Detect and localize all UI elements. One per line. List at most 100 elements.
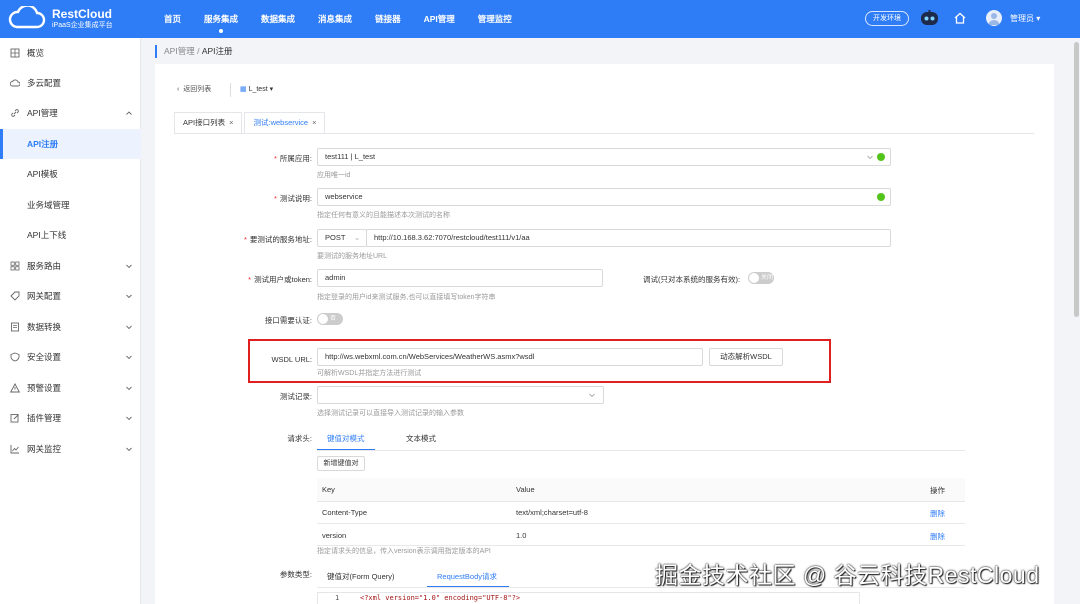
chevron-left-icon: ‹	[177, 86, 180, 93]
method-select[interactable]: POST ⌄	[317, 229, 367, 247]
headers-hint: 指定请求头的信息，传入version表示调用指定版本的API	[317, 548, 491, 555]
tab-api-list[interactable]: API接口列表 ×	[174, 112, 243, 134]
record-hint: 选择测试记录可以直接导入测试记录的输入参数	[317, 410, 464, 417]
close-icon[interactable]: ×	[312, 118, 316, 127]
table-divider	[317, 523, 965, 524]
main-nav: 首页 服务集成 数据集成 消息集成 链接器 API管理 管理监控	[164, 0, 535, 38]
sidebar-item-service-routing[interactable]: 服务路由	[0, 251, 141, 281]
sidebar-item-api-online[interactable]: API上下线	[0, 220, 141, 250]
nav-service-integration[interactable]: 服务集成	[204, 0, 238, 38]
token-field-label: * 测试用户或token:	[248, 275, 312, 284]
sidebar-item-api-template[interactable]: API模板	[0, 159, 141, 189]
back-to-list-button[interactable]: ‹ 返回列表	[177, 84, 211, 94]
sidebar-item-api-management[interactable]: API管理	[0, 98, 141, 128]
tab-text-mode[interactable]: 文本模式	[406, 433, 436, 444]
cloud-icon	[9, 78, 21, 88]
nav-monitoring[interactable]: 管理监控	[478, 0, 512, 38]
check-circle-icon	[877, 153, 885, 161]
nav-data-integration[interactable]: 数据集成	[261, 0, 295, 38]
parse-wsdl-button[interactable]: 动态解析WSDL	[709, 348, 783, 366]
home-icon[interactable]	[953, 11, 967, 25]
cloud-logo-icon	[8, 6, 46, 30]
token-field-hint: 指定登录的用户id来测试服务,也可以直接填写token字符串	[317, 294, 496, 301]
add-key-value-button[interactable]: 新增键值对	[317, 456, 365, 471]
delete-row-link[interactable]: 删除	[930, 508, 945, 519]
environment-button[interactable]: 开发环境	[865, 11, 909, 26]
debug-toggle[interactable]: 关闭	[748, 272, 774, 284]
wsdl-hint: 可解析WSDL并指定方法进行测试	[317, 370, 422, 377]
watermark: 掘金技术社区 @ 谷云科技RestCloud	[655, 562, 1040, 588]
sidebar-item-label: 插件管理	[27, 413, 62, 423]
sidebar-item-label: 业务域管理	[27, 200, 70, 210]
tab-key-value-mode[interactable]: 键值对模式	[327, 433, 365, 444]
nav-api-management[interactable]: API管理	[424, 0, 455, 38]
sidebar-item-gateway-monitor[interactable]: 网关监控	[0, 434, 141, 464]
tab-request-body[interactable]: RequestBody请求	[437, 571, 497, 582]
caret-down-icon: ▾	[269, 86, 274, 93]
headers-label: 请求头:	[287, 434, 312, 443]
close-icon[interactable]: ×	[229, 118, 233, 127]
scrollbar-thumb[interactable]	[1074, 42, 1079, 317]
robot-assistant-icon[interactable]	[920, 10, 939, 26]
user-menu[interactable]: 管理员 ▾	[1010, 13, 1040, 24]
sidebar-item-label: 数据转换	[27, 322, 62, 332]
chevron-down-icon	[125, 384, 133, 392]
sidebar-item-label: API注册	[27, 139, 59, 149]
header-row-key[interactable]: Content-Type	[322, 508, 367, 517]
breadcrumb-parent[interactable]: API管理	[164, 46, 195, 56]
tab-form-query[interactable]: 键值对(Form Query)	[327, 571, 395, 582]
auth-label: 接口需要认证:	[264, 316, 312, 325]
sidebar-item-security[interactable]: 安全设置	[0, 342, 141, 372]
auth-toggle[interactable]: 否	[317, 313, 343, 325]
service-url-field[interactable]: http://10.168.3.62:7070/restcloud/test11…	[366, 229, 891, 247]
sidebar-item-data-transform[interactable]: 数据转换	[0, 312, 141, 342]
breadcrumb-current: API注册	[201, 46, 233, 56]
link-icon	[10, 108, 20, 118]
sidebar-item-alerts[interactable]: 预警设置	[0, 373, 141, 403]
tab-label: 测试:webservice	[253, 118, 309, 127]
chevron-down-icon	[125, 323, 133, 331]
sidebar-item-label: 服务路由	[27, 261, 62, 271]
sidebar-item-label: API模板	[27, 169, 58, 179]
table-divider	[317, 501, 965, 502]
app-field-hint: 应用唯一id	[317, 172, 351, 179]
record-select[interactable]	[317, 386, 604, 404]
delete-row-link[interactable]: 删除	[930, 531, 945, 542]
sidebar-item-overview[interactable]: 概览	[0, 38, 141, 68]
tab-test-webservice[interactable]: 测试:webservice ×	[244, 112, 326, 134]
chevron-down-icon	[125, 262, 133, 270]
back-label: 返回列表	[183, 86, 212, 93]
desc-field[interactable]: webservice	[317, 188, 891, 206]
nav-connector[interactable]: 链接器	[375, 0, 401, 38]
record-label: 测试记录:	[279, 392, 312, 401]
nav-message-integration[interactable]: 消息集成	[318, 0, 352, 38]
brand-logo[interactable]: RestCloud iPaaS企业集成平台	[8, 6, 113, 30]
top-navbar: RestCloud iPaaS企业集成平台 首页 服务集成 数据集成 消息集成 …	[0, 0, 1080, 38]
app-selector[interactable]: ▦ L_test ▾	[240, 85, 273, 93]
tabs-divider	[174, 133, 1034, 134]
code-line-number: 1	[335, 594, 340, 602]
token-field[interactable]: admin	[317, 269, 603, 287]
sidebar-item-gateway-config[interactable]: 网关配置	[0, 281, 141, 311]
nav-home[interactable]: 首页	[164, 0, 181, 38]
avatar[interactable]	[986, 10, 1002, 26]
tab-label: API接口列表	[183, 118, 226, 127]
column-header-action: 操作	[930, 486, 945, 495]
sidebar-item-label: 网关配置	[27, 291, 62, 301]
toggle-state: 否	[330, 316, 337, 322]
sidebar: 概览 多云配置 API管理 API注册 API模板 业务域管理 API上下线 服…	[0, 38, 141, 604]
chevron-up-icon	[125, 109, 133, 117]
grid-icon	[10, 48, 20, 58]
sidebar-item-multi-cloud[interactable]: 多云配置	[0, 68, 141, 98]
header-row-value[interactable]: 1.0	[516, 531, 526, 540]
check-circle-icon	[877, 193, 885, 201]
wsdl-url-field[interactable]: http://ws.webxml.com.cn/WebServices/Weat…	[317, 348, 703, 366]
sidebar-item-business-domain[interactable]: 业务域管理	[0, 190, 141, 220]
app-field[interactable]: test111 | L_test	[317, 148, 891, 166]
header-row-value[interactable]: text/xml;charset=utf-8	[516, 508, 588, 517]
sidebar-item-plugins[interactable]: 插件管理	[0, 403, 141, 433]
sidebar-item-api-register[interactable]: API注册	[0, 129, 141, 159]
sidebar-item-label: 概览	[27, 48, 45, 58]
url-field-label: * 要测试的服务地址:	[243, 235, 312, 244]
header-row-key[interactable]: version	[322, 531, 346, 540]
